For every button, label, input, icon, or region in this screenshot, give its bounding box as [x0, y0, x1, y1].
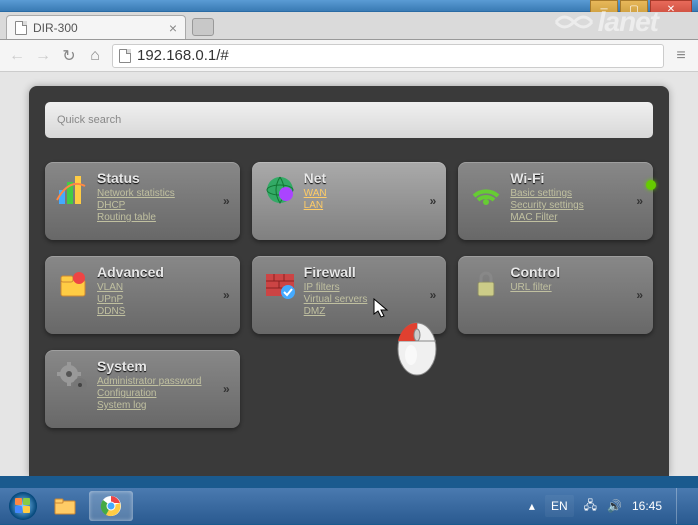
card-title: Control — [510, 264, 645, 280]
page-viewport: Quick search Status Network statisticsDHC… — [0, 72, 698, 476]
browser-tabbar: DIR-300 × lanet — [0, 12, 698, 40]
tray-network-icon[interactable]: 🖧 — [584, 496, 597, 517]
tray-volume-icon[interactable]: 🔊 — [607, 499, 622, 513]
url-bar[interactable]: 192.168.0.1/# — [112, 44, 664, 68]
new-tab-button[interactable] — [192, 18, 214, 36]
reload-button[interactable]: ↻ — [60, 46, 78, 66]
browser-tab[interactable]: DIR-300 × — [6, 15, 186, 39]
card-wi-fi[interactable]: Wi-Fi Basic settingsSecurity settingsMAC … — [458, 162, 653, 240]
browser-toolbar: ← → ↻ ⌂ 192.168.0.1/# ≡ — [0, 40, 698, 72]
card-link[interactable]: LAN — [304, 200, 439, 211]
card-title: Wi-Fi — [510, 170, 645, 186]
card-link[interactable]: IP filters — [304, 282, 439, 293]
card-title: Status — [97, 170, 232, 186]
card-link[interactable]: Configuration — [97, 388, 232, 399]
status-icon — [53, 170, 93, 210]
page-icon — [119, 49, 131, 63]
card-link[interactable]: Routing table — [97, 212, 232, 223]
card-link[interactable]: UPnP — [97, 294, 232, 305]
home-button[interactable]: ⌂ — [86, 47, 104, 65]
wi-fi-icon — [466, 170, 506, 210]
quick-search-input[interactable]: Quick search — [45, 102, 653, 138]
menu-button[interactable]: ≡ — [672, 47, 690, 65]
chevron-right-icon: » — [636, 194, 643, 208]
page-icon — [15, 21, 27, 35]
chevron-right-icon: » — [636, 288, 643, 302]
card-link[interactable]: Security settings — [510, 200, 645, 211]
tab-title: DIR-300 — [33, 21, 78, 35]
card-status[interactable]: Status Network statisticsDHCPRouting tabl… — [45, 162, 240, 240]
show-desktop-button[interactable] — [676, 488, 686, 524]
card-advanced[interactable]: Advanced VLANUPnPDDNS » — [45, 256, 240, 334]
tab-close-icon[interactable]: × — [169, 20, 177, 36]
chevron-right-icon: » — [430, 194, 437, 208]
card-title: Firewall — [304, 264, 439, 280]
forward-button[interactable]: → — [34, 47, 52, 65]
chevron-right-icon: » — [223, 382, 230, 396]
back-button[interactable]: ← — [8, 47, 26, 65]
url-text: 192.168.0.1/# — [137, 47, 657, 64]
card-firewall[interactable]: Firewall IP filtersVirtual serversDMZ » — [252, 256, 447, 334]
watermark-logo: lanet — [554, 6, 658, 38]
card-link[interactable]: URL filter — [510, 282, 645, 293]
card-link[interactable]: Basic settings — [510, 188, 645, 199]
card-link[interactable]: Administrator password — [97, 376, 232, 387]
chevron-right-icon: » — [223, 288, 230, 302]
card-link[interactable]: VLAN — [97, 282, 232, 293]
card-link[interactable]: MAC Filter — [510, 212, 645, 223]
card-link[interactable]: System log — [97, 400, 232, 411]
system-icon — [53, 358, 93, 398]
chevron-right-icon: » — [223, 194, 230, 208]
tray-language[interactable]: EN — [545, 495, 574, 517]
start-button[interactable] — [4, 487, 42, 525]
taskbar-explorer[interactable] — [43, 491, 87, 521]
control-icon — [466, 264, 506, 304]
chevron-right-icon: » — [430, 288, 437, 302]
advanced-icon — [53, 264, 93, 304]
card-title: System — [97, 358, 232, 374]
card-system[interactable]: System Administrator passwordConfiguratio… — [45, 350, 240, 428]
router-panel: Quick search Status Network statisticsDHC… — [29, 86, 669, 476]
card-link[interactable]: WAN — [304, 188, 439, 199]
tray-flag-icon[interactable]: ▴ — [529, 499, 535, 513]
card-control[interactable]: Control URL filter» — [458, 256, 653, 334]
card-link[interactable]: DHCP — [97, 200, 232, 211]
net-icon — [260, 170, 300, 210]
system-tray: ▴ EN 🖧 🔊 16:45 — [529, 488, 694, 524]
firewall-icon — [260, 264, 300, 304]
taskbar-chrome[interactable] — [89, 491, 133, 521]
tray-clock[interactable]: 16:45 — [632, 499, 662, 513]
taskbar: ▴ EN 🖧 🔊 16:45 — [0, 488, 698, 524]
card-net[interactable]: Net WANLAN» — [252, 162, 447, 240]
card-link[interactable]: Network statistics — [97, 188, 232, 199]
status-indicator — [646, 180, 656, 190]
card-link[interactable]: DMZ — [304, 306, 439, 317]
card-title: Advanced — [97, 264, 232, 280]
card-link[interactable]: Virtual servers — [304, 294, 439, 305]
card-link[interactable]: DDNS — [97, 306, 232, 317]
card-title: Net — [304, 170, 439, 186]
